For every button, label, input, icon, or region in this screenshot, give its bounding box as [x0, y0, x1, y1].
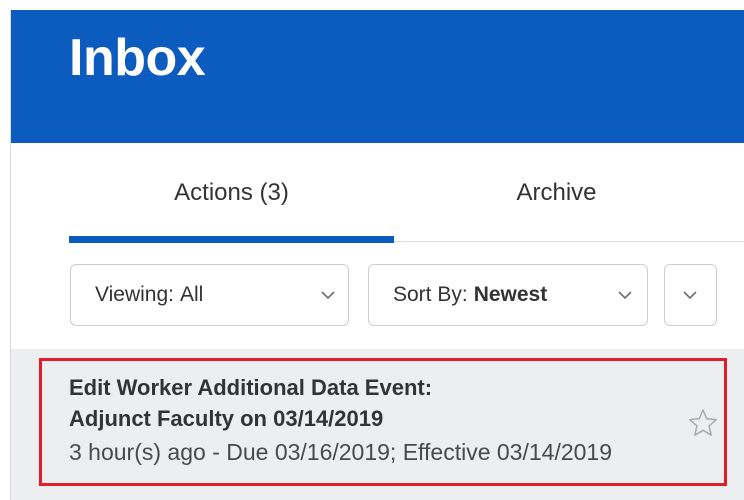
star-icon[interactable] [687, 407, 719, 439]
tab-divider [394, 241, 744, 242]
sort-by-dropdown[interactable]: Sort By: Newest [368, 264, 648, 326]
inbox-list-item[interactable]: Edit Worker Additional Data Event: Adjun… [11, 349, 744, 500]
chevron-down-icon [683, 291, 697, 300]
inbox-panel: Inbox Actions (3) Archive Viewing: All S… [10, 10, 744, 500]
chevron-down-icon [618, 291, 632, 300]
active-tab-indicator [69, 236, 394, 243]
viewing-filter-dropdown[interactable]: Viewing: All [70, 264, 349, 326]
sort-order-dropdown-button[interactable] [664, 264, 717, 326]
filter-toolbar: Viewing: All Sort By: Newest [11, 243, 744, 349]
inbox-item-title[interactable]: Edit Worker Additional Data Event: Adjun… [69, 372, 629, 434]
chevron-down-icon [321, 291, 335, 300]
tab-bar: Actions (3) Archive [11, 143, 744, 243]
viewing-filter-value: All [180, 282, 204, 306]
viewing-filter-label: Viewing: [95, 282, 174, 306]
inbox-header: Inbox [11, 10, 744, 143]
page-title: Inbox [69, 29, 206, 87]
sort-by-label: Sort By: [393, 282, 468, 306]
sort-by-value: Newest [473, 282, 548, 306]
tab-actions[interactable]: Actions (3) [69, 143, 394, 243]
inbox-item-title-line-2: Adjunct Faculty on 03/14/2019 [69, 406, 384, 431]
sort-by-text: Sort By: Newest [393, 265, 547, 324]
tab-archive[interactable]: Archive [394, 143, 719, 243]
viewing-filter-text: Viewing: All [95, 265, 203, 324]
inbox-item-meta: 3 hour(s) ago - Due 03/16/2019; Effectiv… [69, 439, 613, 465]
inbox-item-title-line-1: Edit Worker Additional Data Event: [69, 375, 433, 400]
